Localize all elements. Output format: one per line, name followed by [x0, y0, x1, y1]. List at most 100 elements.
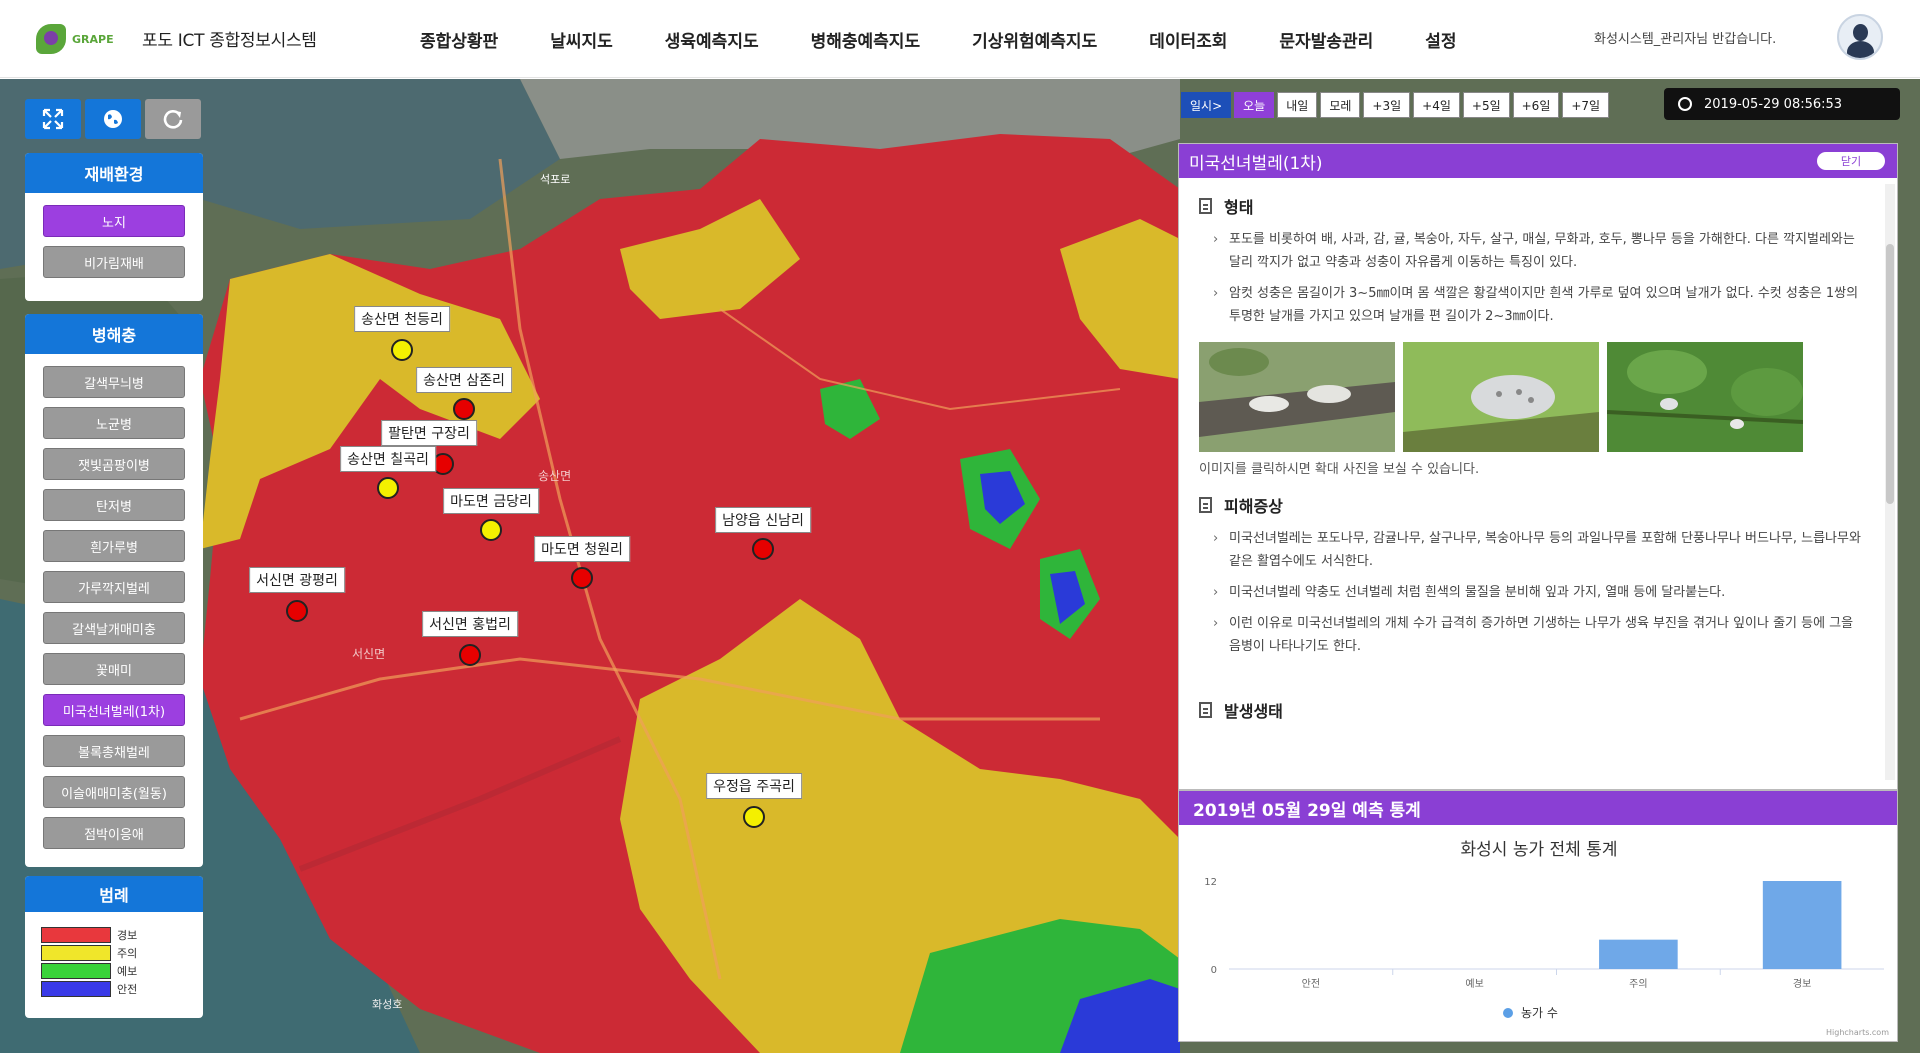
cultivation-env-title: 재배환경 — [25, 153, 203, 193]
forecast-day-selector: 일시> 오늘 내일 모레 +3일 +4일 +5일 +6일 +7일 — [1181, 92, 1612, 118]
env-open-field-button[interactable]: 노지 — [43, 205, 185, 237]
avatar-body-shape — [1847, 41, 1874, 58]
env-rain-shelter-button[interactable]: 비가림재배 — [43, 246, 185, 278]
app-logo[interactable]: GRAPE — [36, 22, 128, 56]
pest-button[interactable]: 흰가루병 — [43, 530, 185, 562]
pest-photo[interactable] — [1199, 342, 1395, 452]
marker-dot-warning — [752, 538, 774, 560]
pest-button[interactable]: 탄저병 — [43, 489, 185, 521]
photo-branch-image — [1199, 342, 1395, 452]
day-plus4-button[interactable]: +4일 — [1413, 92, 1460, 118]
legend-item: 경보 — [41, 926, 203, 944]
app-title: 포도 ICT 종합정보시스템 — [142, 31, 317, 51]
cultivation-env-panel: 재배환경 노지 비가림재배 — [25, 153, 203, 301]
pest-button[interactable]: 이슬애매미충(월동) — [43, 776, 185, 808]
photo-caption: 이미지를 클릭하시면 확대 사진을 보실 수 있습니다. — [1199, 462, 1480, 477]
nav-item-weather-map[interactable]: 날씨지도 — [550, 27, 613, 52]
legend-item: 주의 — [41, 944, 203, 962]
globe-icon — [104, 110, 122, 128]
day-plus7-button[interactable]: +7일 — [1562, 92, 1610, 118]
photo-insect-image — [1403, 342, 1599, 452]
legend-marker — [1503, 1007, 1513, 1018]
map-place-label: 송산면 — [538, 469, 572, 483]
pest-photo[interactable] — [1403, 342, 1599, 452]
marker-label: 서신면 광평리 — [249, 567, 345, 593]
info-scrollbar[interactable] — [1885, 184, 1895, 780]
nav-item-dashboard[interactable]: 종합상황판 — [420, 27, 498, 52]
pest-button[interactable]: 갈색날개매미충 — [43, 612, 185, 644]
scrollbar-thumb[interactable] — [1886, 244, 1894, 504]
legend-item: 안전 — [41, 980, 203, 998]
pest-panel-title: 병해충 — [25, 314, 203, 354]
day-label: 일시> — [1181, 92, 1232, 118]
pest-button[interactable]: 꽃매미 — [43, 653, 185, 685]
nav-item-growth-map[interactable]: 생육예측지도 — [665, 27, 759, 52]
legend-panel: 범례 경보 주의 예보 안전 — [25, 876, 203, 1018]
section-title-morphology: 형태 — [1224, 198, 1254, 217]
expand-icon — [42, 108, 64, 130]
marker-dot-warning — [571, 567, 593, 589]
x-tick-label: 예보 — [1465, 978, 1483, 990]
close-button[interactable]: 닫기 — [1817, 152, 1885, 170]
user-greeting: 화성시스템_관리자님 반갑습니다. — [1594, 32, 1777, 47]
section-heading: 발생생태 — [1199, 698, 1863, 722]
day-after-tomorrow-button[interactable]: 모레 — [1320, 92, 1361, 118]
document-icon — [1199, 497, 1212, 513]
legend-swatch — [41, 963, 111, 979]
marker-label: 서신면 홍법리 — [422, 611, 518, 637]
marker-label: 우정읍 주곡리 — [706, 773, 802, 799]
user-avatar[interactable] — [1837, 14, 1883, 60]
pest-info-body[interactable]: 형태 포도를 비롯하여 배, 사과, 감, 귤, 복숭아, 자두, 살구, 매실… — [1179, 178, 1883, 789]
pest-panel: 병해충 갈색무늬병 노균병 잿빛곰팡이병 탄저병 흰가루병 가루깍지벌레 갈색날… — [25, 314, 203, 867]
nav-item-weather-risk-map[interactable]: 기상위험예측지도 — [972, 27, 1097, 52]
forecast-stats-header: 2019년 05월 29일 예측 통계 — [1179, 791, 1897, 825]
section-heading: 피해증상 — [1199, 493, 1863, 517]
chart-legend[interactable]: 농가 수 — [1503, 1004, 1558, 1021]
bar[interactable] — [1762, 881, 1842, 969]
map-place-label: 화성호 — [372, 998, 403, 1011]
pest-button[interactable]: 잿빛곰팡이병 — [43, 448, 185, 480]
pest-photo[interactable] — [1607, 342, 1803, 452]
document-icon — [1199, 198, 1212, 214]
legend-label: 안전 — [117, 983, 138, 996]
marker-label: 송산면 칠곡리 — [340, 446, 436, 472]
pest-info-panel: 미국선녀벌레(1차) 닫기 형태 포도를 비롯하여 배, 사과, 감, 귤, 복… — [1178, 143, 1898, 790]
y-tick-label: 12 — [1204, 877, 1217, 888]
pest-button[interactable]: 가루깍지벌레 — [43, 571, 185, 603]
avatar-head-shape — [1853, 24, 1868, 41]
clock-icon — [1678, 97, 1692, 111]
chart-credit: Highcharts.com — [1826, 1028, 1889, 1037]
refresh-button[interactable] — [145, 99, 201, 139]
map-place-label: 석포로 — [540, 173, 571, 186]
nav-item-data-query[interactable]: 데이터조회 — [1149, 27, 1227, 52]
day-tomorrow-button[interactable]: 내일 — [1277, 92, 1318, 118]
pest-button-selected[interactable]: 미국선녀벌레(1차) — [43, 694, 185, 726]
nav-item-settings[interactable]: 설정 — [1425, 27, 1456, 52]
pest-button[interactable]: 갈색무늬병 — [43, 366, 185, 398]
fullscreen-button[interactable] — [25, 99, 81, 139]
marker-label: 남양읍 신남리 — [715, 507, 811, 533]
day-today-button[interactable]: 오늘 — [1234, 92, 1275, 118]
nav-item-pest-map[interactable]: 병해충예측지도 — [811, 27, 920, 52]
day-plus3-button[interactable]: +3일 — [1363, 92, 1411, 118]
bar[interactable] — [1599, 939, 1678, 969]
marker-dot-caution — [480, 519, 502, 541]
legend-swatch — [41, 927, 111, 943]
top-navigation-bar: GRAPE 포도 ICT 종합정보시스템 종합상황판 날씨지도 생육예측지도 병… — [0, 0, 1920, 78]
section-heading: 형태 — [1199, 194, 1863, 218]
pest-button[interactable]: 볼록총채벌레 — [43, 735, 185, 767]
globe-button[interactable] — [85, 99, 141, 139]
pest-button[interactable]: 노균병 — [43, 407, 185, 439]
x-tick-label: 경보 — [1793, 977, 1811, 990]
marker-label: 송산면 천등리 — [354, 306, 450, 332]
day-plus6-button[interactable]: +6일 — [1512, 92, 1560, 118]
farm-stats-chart: 0 12 안전 예보 주의 경보 — [1204, 877, 1884, 990]
document-icon — [1199, 702, 1212, 718]
day-plus5-button[interactable]: +5일 — [1462, 92, 1510, 118]
nav-item-sms-management[interactable]: 문자발송관리 — [1279, 27, 1373, 52]
pest-button[interactable]: 점박이응애 — [43, 817, 185, 849]
legend-label: 예보 — [117, 965, 138, 978]
x-tick-label: 안전 — [1302, 978, 1320, 990]
marker-dot-warning — [453, 398, 475, 420]
marker-label: 팔탄면 구장리 — [381, 420, 477, 446]
